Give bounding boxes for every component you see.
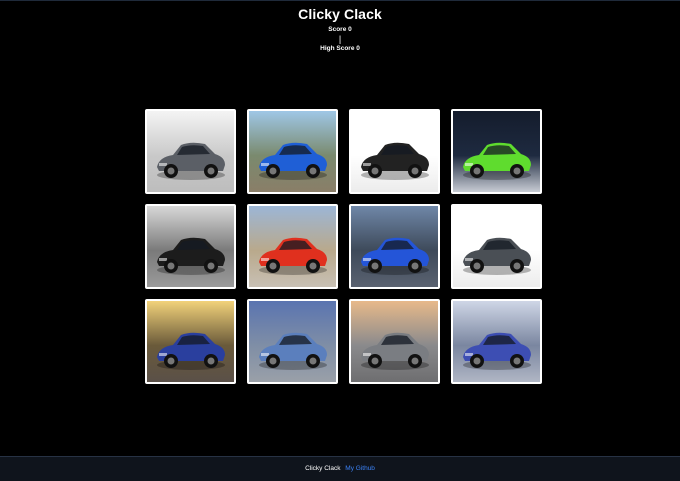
car-image [351,206,438,287]
footer-label: Clicky Clack [305,465,341,472]
score-separator: | [338,34,342,44]
car-image [249,111,336,192]
car-card-green-porsche[interactable] [451,109,542,194]
top-border [0,0,680,1]
car-card-silver-supercar[interactable] [349,299,440,384]
car-image [453,111,540,192]
car-image [249,301,336,382]
car-card-silver-sports-car[interactable] [145,109,236,194]
car-card-blue-supra[interactable] [247,109,338,194]
footer: Clicky Clack My Github [0,456,680,481]
score-display: Score 0 [328,26,352,33]
car-card-red-corvette[interactable] [247,204,338,289]
car-image [249,206,336,287]
high-score-display: High Score 0 [320,45,360,52]
car-image [351,111,438,192]
car-card-blue-bmw[interactable] [349,204,440,289]
car-card-blue-mclaren[interactable] [451,299,542,384]
github-link[interactable]: My Github [345,465,375,472]
car-image [351,301,438,382]
page-title: Clicky Clack [298,6,382,22]
car-image [147,111,234,192]
car-image [453,206,540,287]
car-image [147,301,234,382]
card-grid [145,109,542,384]
page-header: Clicky Clack Score 0 | High Score 0 [0,6,680,52]
car-card-black-mustang[interactable] [349,109,440,194]
car-image [147,206,234,287]
car-card-black-gtr[interactable] [145,204,236,289]
car-card-blue-convertible[interactable] [247,299,338,384]
car-card-gray-audi-r8[interactable] [451,204,542,289]
car-card-blue-skyline[interactable] [145,299,236,384]
car-image [453,301,540,382]
